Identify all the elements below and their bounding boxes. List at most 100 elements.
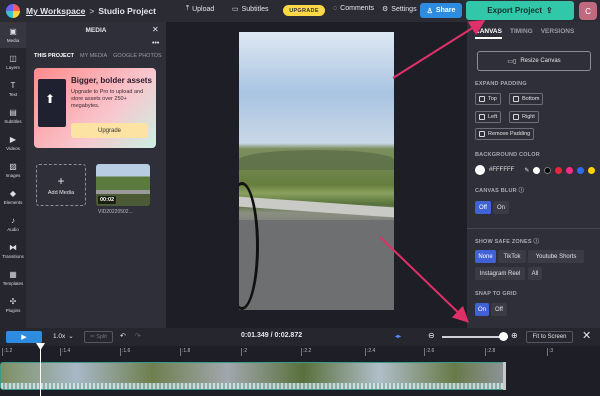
help-icon[interactable]: ⓘ xyxy=(519,188,525,194)
playback-bar: ▶ 1.0x ⌄ ✂ Split ↶ ↷ 0:01.349 / 0:02.872 … xyxy=(0,328,600,346)
help-icon[interactable]: ⓘ xyxy=(534,239,540,245)
logo-icon[interactable] xyxy=(6,4,20,18)
palette-white[interactable] xyxy=(533,166,541,174)
zoom-in-icon[interactable]: ⊕ xyxy=(511,331,518,340)
palette-yellow[interactable] xyxy=(588,166,596,174)
canvas-blur-off[interactable]: Off xyxy=(475,201,491,214)
sidebar-item-images[interactable]: ▨ Images xyxy=(0,157,26,183)
workspace-link[interactable]: My Workspace xyxy=(26,6,85,16)
redo-icon[interactable]: ↷ xyxy=(135,332,141,340)
tab-versions[interactable]: VERSIONS xyxy=(541,28,575,39)
palette-red[interactable] xyxy=(555,166,563,174)
timecode: 0:01.349 / 0:02.872 xyxy=(241,332,303,339)
tab-timing[interactable]: TIMING xyxy=(510,28,533,39)
ruler-tick: :1.8 xyxy=(180,348,191,356)
more-options-icon[interactable]: ••• xyxy=(152,40,159,47)
snap-on[interactable]: On xyxy=(475,303,489,316)
tab-my-media[interactable]: MY MEDIA xyxy=(80,53,107,59)
padding-bottom-checkbox[interactable]: Bottom xyxy=(509,93,544,105)
sidebar-item-audio[interactable]: ♪ Audio xyxy=(0,211,26,237)
playhead[interactable] xyxy=(40,345,41,396)
tab-google-photos[interactable]: GOOGLE PHOTOS xyxy=(113,53,162,59)
preview-hills xyxy=(239,150,394,170)
remove-padding-checkbox[interactable]: Remove Padding xyxy=(475,128,535,140)
sidebar-item-subtitles[interactable]: ▤ Subtitles xyxy=(0,103,26,129)
sidebar-item-elements[interactable]: ◆ Elements xyxy=(0,184,26,210)
split-view-icon[interactable]: ◂▸ xyxy=(395,333,401,340)
palette-blue[interactable] xyxy=(577,166,585,174)
sidebar-item-plugins[interactable]: ✣ Plugins xyxy=(0,292,26,318)
timeline-ruler[interactable]: :1.2 :1.4 :1.6 :1.8 :2 :2.2 :2.4 :2.6 :2… xyxy=(0,346,600,358)
comments-button[interactable]: ◌ Comments xyxy=(333,5,374,12)
safe-zones-title: SHOW SAFE ZONES ⓘ xyxy=(475,239,540,245)
snap-off[interactable]: Off xyxy=(491,303,507,316)
clip-duration: 00:02 xyxy=(98,196,117,204)
safe-zone-tiktok[interactable]: TikTok xyxy=(498,250,526,263)
ruler-tick: :1.2 xyxy=(2,348,13,356)
close-timeline-icon[interactable]: ✕ xyxy=(582,329,591,342)
preview-guardrail xyxy=(239,196,394,218)
videos-icon: ▶ xyxy=(9,134,17,144)
safe-zone-none[interactable]: None xyxy=(475,250,496,263)
panel-divider xyxy=(467,228,600,229)
undo-icon[interactable]: ↶ xyxy=(120,332,126,340)
sidebar-item-videos[interactable]: ▶ Videos xyxy=(0,130,26,156)
sidebar-item-transitions[interactable]: ⧓ Transitions xyxy=(0,238,26,264)
background-color-swatch[interactable] xyxy=(475,165,485,175)
eyedropper-icon[interactable]: ✎ xyxy=(524,167,529,174)
sidebar-item-media[interactable]: ▣ Media xyxy=(0,22,26,48)
breadcrumb-separator: > xyxy=(89,6,95,16)
play-button[interactable]: ▶ xyxy=(6,331,42,343)
checkbox-box xyxy=(479,96,485,102)
ruler-tick: :2.8 xyxy=(485,348,496,356)
plugins-icon: ✣ xyxy=(9,296,17,306)
avatar[interactable]: C xyxy=(579,2,597,20)
zoom-out-icon[interactable]: ⊖ xyxy=(428,331,435,340)
tab-canvas[interactable]: CANVAS xyxy=(475,28,502,39)
sidebar-item-templates[interactable]: ▦ Templates xyxy=(0,265,26,291)
promo-upgrade-button[interactable]: Upgrade xyxy=(71,123,148,138)
upgrade-button[interactable]: UPGRADE xyxy=(283,5,325,16)
upgrade-promo-card: ⬆ Bigger, bolder assets Upgrade to Pro t… xyxy=(34,68,156,148)
background-hex[interactable]: #FFFFFF xyxy=(489,167,514,173)
palette-pink[interactable] xyxy=(566,166,574,174)
media-clip-thumbnail[interactable]: 00:02 xyxy=(96,164,150,206)
video-track-clip[interactable] xyxy=(0,362,506,390)
ruler-tick: :2.2 xyxy=(301,348,312,356)
subtitles-button[interactable]: ▭ Subtitles xyxy=(232,5,268,14)
zoom-slider-handle[interactable] xyxy=(499,332,508,341)
images-icon: ▨ xyxy=(9,161,17,171)
expand-padding-title: EXPAND PADDING xyxy=(475,81,527,87)
canvas-blur-title: CANVAS BLUR ⓘ xyxy=(475,188,525,194)
clip-trim-handle[interactable] xyxy=(503,362,506,390)
safe-zone-all[interactable]: All xyxy=(528,267,542,280)
share-button[interactable]: ♙ Share xyxy=(420,3,462,18)
people-icon: ♙ xyxy=(426,7,433,15)
settings-button[interactable]: ⚙ Settings xyxy=(382,5,417,14)
close-icon[interactable]: ✕ xyxy=(152,25,159,34)
ruler-tick: :2.6 xyxy=(424,348,435,356)
speed-select[interactable]: 1.0x ⌄ xyxy=(53,332,74,341)
sidebar-item-text[interactable]: T Text xyxy=(0,76,26,102)
add-media-button[interactable]: + Add Media xyxy=(36,164,86,206)
padding-top-checkbox[interactable]: Top xyxy=(475,93,501,105)
padding-right-checkbox[interactable]: Right xyxy=(509,111,539,123)
palette-black[interactable] xyxy=(544,166,552,174)
canvas-blur-on[interactable]: On xyxy=(493,201,509,214)
resize-canvas-button[interactable]: ▭▯ Resize Canvas xyxy=(477,51,591,71)
transitions-icon: ⧓ xyxy=(9,242,17,252)
media-icon: ▣ xyxy=(9,26,17,36)
layers-icon: ◫ xyxy=(9,53,17,63)
upload-button[interactable]: ⤒ Upload xyxy=(186,5,214,13)
padding-left-checkbox[interactable]: Left xyxy=(475,111,502,123)
tab-this-project[interactable]: THIS PROJECT xyxy=(34,53,74,59)
sidebar-item-layers[interactable]: ◫ Layers xyxy=(0,49,26,75)
video-preview[interactable] xyxy=(239,32,394,310)
safe-zone-youtube-shorts[interactable]: Youtube Shorts xyxy=(528,250,584,263)
split-button[interactable]: ✂ Split xyxy=(84,331,113,343)
export-project-button[interactable]: Export Project ⇪ xyxy=(466,1,574,20)
upload-icon: ⤒ xyxy=(186,5,190,12)
fit-to-screen-button[interactable]: Fit to Screen xyxy=(526,331,573,343)
safe-zone-instagram-reel[interactable]: Instagram Reel xyxy=(475,267,525,280)
project-title[interactable]: Studio Project xyxy=(98,6,156,16)
